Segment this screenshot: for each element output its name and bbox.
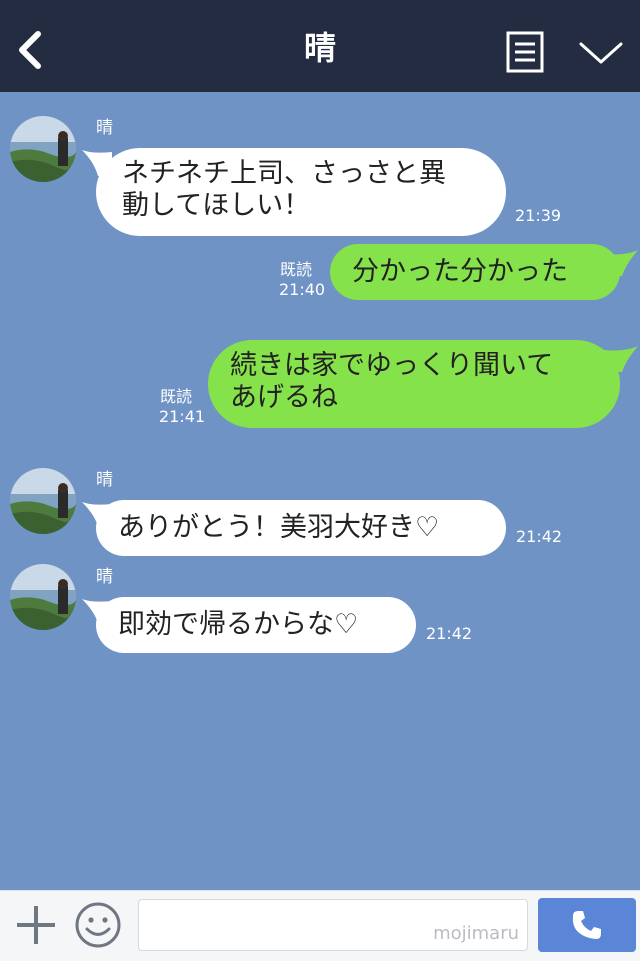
message-input[interactable]: mojimaru <box>138 899 528 951</box>
phone-icon <box>572 911 601 939</box>
sender-name: 晴 <box>96 118 113 138</box>
chat-header: 晴 <box>0 0 640 92</box>
chat-title: 晴 <box>303 29 336 67</box>
sender-name: 晴 <box>96 470 113 490</box>
bubble-tail <box>604 346 638 372</box>
message-time: 21:40 <box>279 280 326 299</box>
message-time: 21:42 <box>516 527 563 546</box>
bubble-tail <box>604 250 638 276</box>
notes-icon[interactable] <box>506 31 544 73</box>
read-receipt: 既読 <box>280 260 313 279</box>
message-time: 21:39 <box>515 206 562 225</box>
avatar[interactable] <box>10 468 76 534</box>
message-bubble[interactable]: 即効で帰るからな♡ <box>96 597 416 653</box>
message-bubble[interactable]: ネチネチ上司、さっさと異 動してほしい！ <box>96 148 506 236</box>
message-time: 21:41 <box>159 407 206 426</box>
avatar[interactable] <box>10 116 76 182</box>
avatar[interactable] <box>10 564 76 630</box>
message-bubble[interactable]: 続きは家でゆっくり聞いて あげるね <box>208 340 620 428</box>
read-receipt: 既読 <box>160 387 193 406</box>
message-bubble[interactable]: 分かった分かった <box>330 244 620 300</box>
call-button[interactable] <box>538 898 636 952</box>
message-time: 21:42 <box>426 624 473 643</box>
message-bubble[interactable]: ありがとう！美羽大好き♡ <box>96 500 506 556</box>
plus-icon[interactable] <box>14 903 58 947</box>
sender-name: 晴 <box>96 567 113 587</box>
composer-bar: mojimaru <box>0 890 640 961</box>
watermark-text: mojimaru <box>433 923 519 944</box>
chat-area[interactable]: 晴 ネチネチ上司、さっさと異 動してほしい！ 21:39 既読 21:40 分か… <box>0 92 640 890</box>
chevron-down-icon[interactable] <box>578 40 624 66</box>
smile-icon[interactable] <box>74 901 122 949</box>
